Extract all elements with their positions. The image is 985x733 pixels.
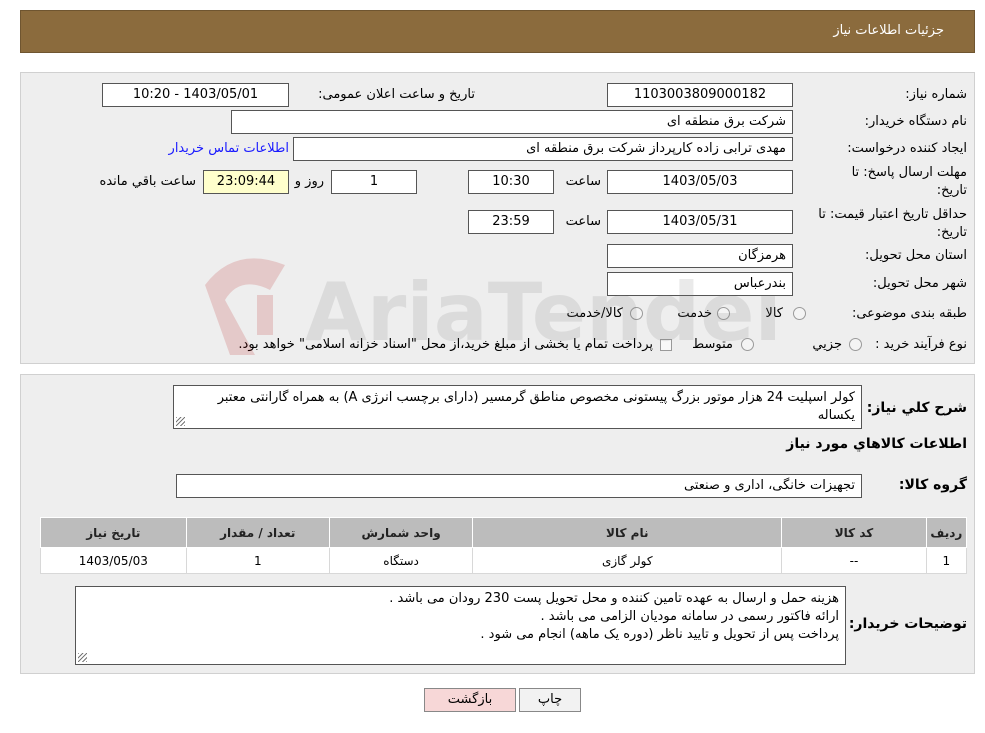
goods-group-label: گروه کالا: [898, 477, 967, 493]
resize-handle[interactable] [176, 417, 185, 426]
category-option-goods-service: کالا/خدمت [566, 306, 623, 321]
reply-date-field[interactable]: 1403/05/03 [607, 170, 793, 194]
print-button[interactable]: چاپ [519, 688, 581, 712]
process-type-label: نوع فرآیند خرید : [875, 337, 967, 352]
cell-row: 1 [925, 547, 968, 574]
buyer-note-line: هزینه حمل و ارسال به عهده تامین کننده و … [389, 591, 839, 606]
reply-time-label: ساعت [565, 174, 601, 189]
price-time-label: ساعت [565, 214, 601, 229]
treasury-checkbox[interactable] [660, 339, 672, 351]
description-text: کولر اسپلیت 24 هزار موتور بزرگ پیستونی م… [217, 390, 855, 423]
category-option-service: خدمت [677, 306, 712, 321]
buyer-label: نام دستگاه خریدار: [864, 114, 967, 129]
days-label: روز و [294, 174, 324, 189]
process-option-partial: جزيي [812, 337, 842, 352]
category-radio-goods-service[interactable] [630, 307, 643, 320]
cell-code: -- [781, 547, 927, 574]
announce-datetime-field[interactable]: 1403/05/01 - 10:20 [102, 83, 289, 107]
province-label: استان محل تحویل: [865, 248, 967, 263]
goods-table: رديف کد کالا نام کالا واحد شمارش تعداد /… [40, 517, 968, 574]
city-label: شهر محل تحویل: [872, 276, 967, 291]
col-row: رديف [925, 517, 968, 548]
need-number-field[interactable]: 1103003809000182 [607, 83, 793, 107]
category-radio-goods[interactable] [793, 307, 806, 320]
remaining-time-field: 23:09:44 [203, 170, 289, 194]
table-header-row: رديف کد کالا نام کالا واحد شمارش تعداد /… [40, 517, 968, 548]
reply-time-field[interactable]: 10:30 [468, 170, 554, 194]
price-validity-label: حداقل تاریخ اعتبار قیمت: تا [818, 207, 967, 222]
cell-name: کولر گازی [472, 547, 783, 574]
col-unit: واحد شمارش [328, 517, 474, 548]
days-field[interactable]: 1 [331, 170, 417, 194]
process-note: پرداخت تمام یا بخشی از مبلغ خرید،از محل … [238, 337, 653, 352]
cell-unit: دستگاه [328, 547, 474, 574]
buyer-note-line: پرداخت پس از تحویل و تایید ناظر (دوره یک… [480, 627, 839, 642]
buyer-field[interactable]: شرکت برق منطقه ای [231, 110, 793, 134]
reply-deadline-label: مهلت ارسال پاسخ: تا [851, 165, 967, 180]
page-header: جزئیات اطلاعات نیاز [20, 10, 975, 53]
goods-group-field[interactable]: تجهیزات خانگی، اداری و صنعتی [176, 474, 862, 498]
description-textarea[interactable]: کولر اسپلیت 24 هزار موتور بزرگ پیستونی م… [173, 385, 862, 429]
process-radio-medium[interactable] [741, 338, 754, 351]
col-date: تاریخ نیاز [40, 517, 187, 548]
cell-date: 1403/05/03 [40, 547, 187, 574]
back-button[interactable]: بازگشت [424, 688, 516, 712]
need-number-label: شماره نیاز: [905, 87, 967, 102]
resize-handle[interactable] [78, 653, 87, 662]
buyer-contact-link[interactable]: اطلاعات تماس خریدار [169, 141, 289, 156]
cell-quantity: 1 [185, 547, 330, 574]
creator-field[interactable]: مهدی ترابی زاده کارپرداز شرکت برق منطقه … [293, 137, 793, 161]
buyer-notes-label: توضیحات خریدار: [848, 616, 967, 632]
announce-label: تاریخ و ساعت اعلان عمومی: [318, 87, 475, 102]
province-field[interactable]: هرمزگان [607, 244, 793, 268]
reply-deadline-label-date: تاریخ: [936, 183, 967, 198]
col-code: کد کالا [781, 517, 927, 548]
col-name: نام کالا [472, 517, 783, 548]
category-label: طبقه بندی موضوعی: [851, 306, 967, 321]
page-title: جزئیات اطلاعات نیاز [833, 23, 944, 38]
price-time-field[interactable]: 23:59 [468, 210, 554, 234]
process-radio-partial[interactable] [849, 338, 862, 351]
description-label: شرح کلي نياز: [866, 400, 967, 416]
remaining-label: ساعت باقي مانده [99, 174, 196, 189]
col-quantity: تعداد / مقدار [185, 517, 330, 548]
price-validity-label-date: تاریخ: [936, 225, 967, 240]
category-radio-service[interactable] [717, 307, 730, 320]
buyer-notes-textarea[interactable]: هزینه حمل و ارسال به عهده تامین کننده و … [75, 586, 846, 665]
creator-label: ایجاد کننده درخواست: [847, 141, 967, 156]
goods-info-title: اطلاعات کالاهاي مورد نياز [786, 436, 967, 452]
category-option-goods: کالا [765, 306, 783, 321]
buyer-note-line: ارائه فاکتور رسمی در سامانه مودیان الزام… [540, 609, 840, 624]
process-option-medium: متوسط [692, 337, 733, 352]
price-date-field[interactable]: 1403/05/31 [607, 210, 793, 234]
city-field[interactable]: بندرعباس [607, 272, 793, 296]
table-row[interactable]: 1 -- کولر گازی دستگاه 1 1403/05/03 [40, 547, 968, 574]
